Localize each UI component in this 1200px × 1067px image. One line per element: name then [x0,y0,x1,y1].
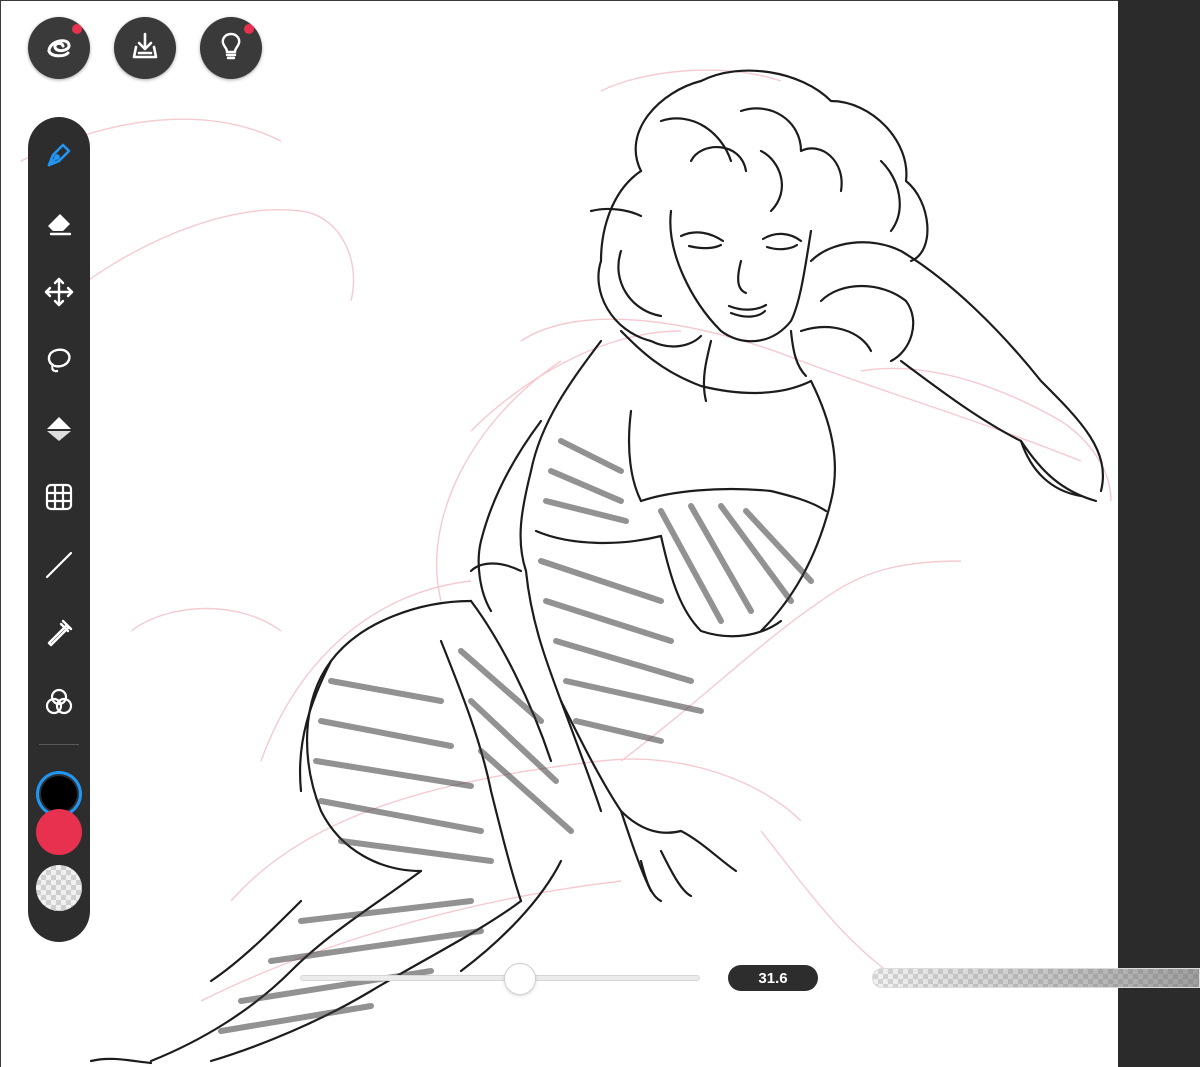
fill-tool-button[interactable] [39,410,79,450]
brush-opacity-fill [873,969,1199,987]
eyedropper-tool-button[interactable] [39,615,79,655]
tool-sidebar [28,117,90,942]
brush-opacity-slider[interactable] [872,968,1200,988]
brush-size-slider[interactable] [300,963,700,995]
drawing-canvas[interactable] [0,0,1118,1067]
grid-icon [43,481,75,518]
import-export-button[interactable] [114,17,176,79]
brush-size-thumb[interactable] [504,963,536,995]
line-tool-button[interactable] [39,547,79,587]
right-side-panel [1118,0,1200,1067]
line-icon [43,549,75,586]
blend-tool-button[interactable] [39,684,79,724]
import-export-icon [128,29,162,68]
brush-library-button[interactable] [28,17,90,79]
color-circles-icon [43,686,75,723]
eraser-icon [43,207,75,244]
brush-size-track [300,975,700,981]
move-tool-button[interactable] [39,274,79,314]
toolbar-divider [39,744,79,745]
notification-badge [72,24,82,34]
brush-library-icon [42,29,76,68]
pen-tool-button[interactable] [39,137,79,177]
tips-button[interactable] [200,17,262,79]
paint-bucket-icon [43,412,75,449]
tips-bulb-icon [214,29,248,68]
lasso-tool-button[interactable] [39,342,79,382]
eraser-tool-button[interactable] [39,205,79,245]
secondary-color-swatch[interactable] [36,809,82,855]
brush-size-readout: 31.6 [728,965,818,991]
pen-nib-icon [43,139,75,176]
perspective-grid-tool-button[interactable] [39,479,79,519]
move-arrows-icon [43,276,75,313]
lasso-icon [43,344,75,381]
transparent-color-swatch[interactable] [36,865,82,911]
notification-badge [244,24,254,34]
eyedropper-icon [43,617,75,654]
sketch-artwork [20,69,1112,1065]
